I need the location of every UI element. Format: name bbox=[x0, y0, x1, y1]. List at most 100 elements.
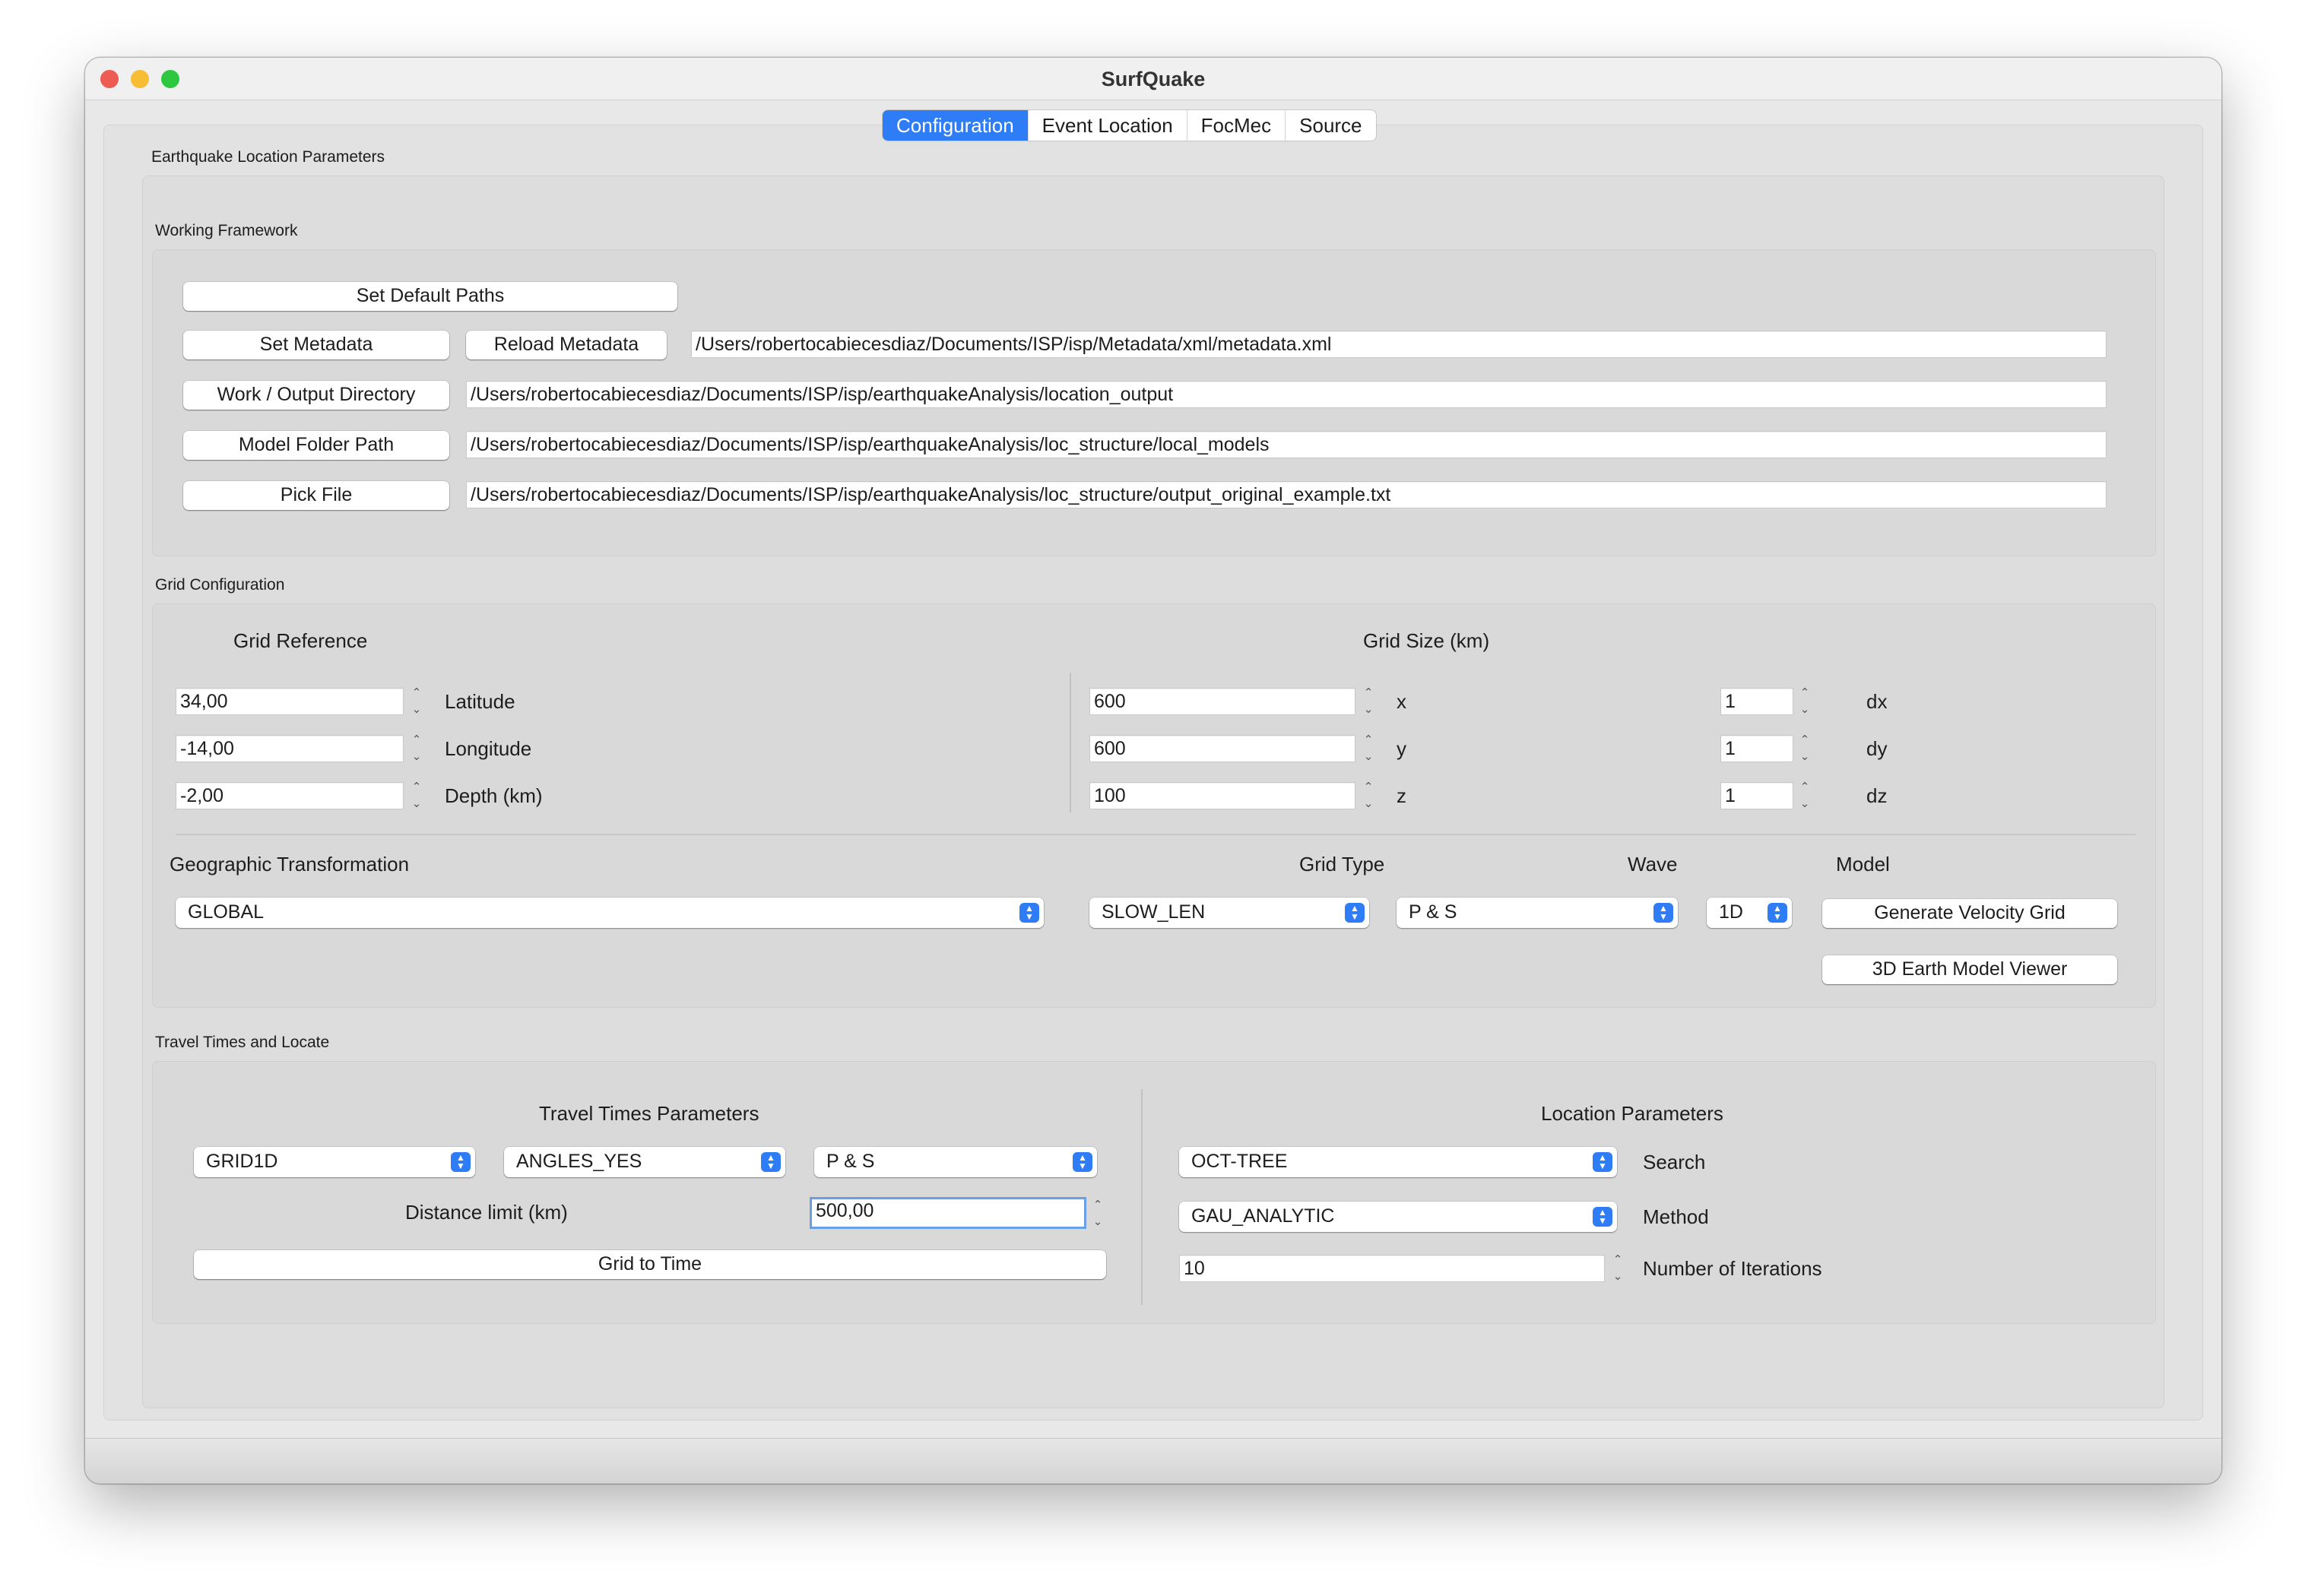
search-select[interactable]: OCT-TREE ▲ ▼ bbox=[1179, 1147, 1617, 1177]
model-folder-field[interactable]: /Users/robertocabiecesdiaz/Documents/ISP… bbox=[466, 431, 2107, 458]
distance-limit-label: Distance limit (km) bbox=[405, 1201, 568, 1224]
chevron-updown-icon: ▲ ▼ bbox=[1768, 903, 1787, 923]
angles-select[interactable]: ANGLES_YES ▲ ▼ bbox=[504, 1147, 785, 1177]
grid-type-value: SLOW_LEN bbox=[1102, 901, 1206, 923]
grid-configuration-title: Grid Configuration bbox=[155, 576, 285, 594]
travel-times-params-title: Travel Times Parameters bbox=[539, 1102, 759, 1125]
title-bar: SurfQuake bbox=[85, 58, 2221, 100]
iterations-field[interactable]: 10 bbox=[1179, 1255, 1605, 1282]
longitude-stepper[interactable]: ⌃ ⌄ bbox=[408, 733, 425, 764]
geo-transformation-title: Geographic Transformation bbox=[170, 853, 410, 876]
longitude-label: Longitude bbox=[445, 737, 532, 760]
grid-x-label: x bbox=[1397, 690, 1406, 713]
search-value: OCT-TREE bbox=[1191, 1151, 1288, 1172]
work-output-directory-button[interactable]: Work / Output Directory bbox=[183, 381, 449, 410]
model-select[interactable]: 1D ▲ ▼ bbox=[1707, 898, 1792, 928]
longitude-field[interactable]: -14,00 bbox=[176, 735, 404, 762]
tt-wave-value: P & S bbox=[826, 1151, 875, 1172]
geo-transformation-select[interactable]: GLOBAL ▲ ▼ bbox=[176, 898, 1044, 928]
distance-limit-stepper[interactable]: ⌃ ⌄ bbox=[1089, 1199, 1106, 1229]
grid-mode-value: GRID1D bbox=[206, 1151, 278, 1172]
method-label: Method bbox=[1643, 1205, 1709, 1228]
grid-z-stepper[interactable]: ⌃ ⌄ bbox=[1360, 781, 1377, 811]
grid-z-field[interactable]: 100 bbox=[1089, 782, 1355, 809]
tab-configuration[interactable]: Configuration bbox=[883, 110, 1028, 141]
grid-mode-select[interactable]: GRID1D ▲ ▼ bbox=[194, 1147, 475, 1177]
tab-event-location[interactable]: Event Location bbox=[1027, 110, 1187, 141]
grid-separator-horizontal bbox=[176, 834, 2135, 835]
chevron-updown-icon: ▲ ▼ bbox=[1593, 1152, 1612, 1172]
location-params-title: Earthquake Location Parameters bbox=[151, 148, 385, 166]
dx-label: dx bbox=[1866, 690, 1888, 713]
location-params-section-title: Location Parameters bbox=[1541, 1102, 1723, 1125]
grid-y-stepper[interactable]: ⌃ ⌄ bbox=[1360, 733, 1377, 764]
dy-stepper[interactable]: ⌃ ⌄ bbox=[1796, 733, 1813, 764]
tab-content-pane: Earthquake Location Parameters Working F… bbox=[103, 125, 2203, 1420]
grid-configuration-group: Grid Reference Grid Size (km) 34,00 ⌃ ⌄ L… bbox=[152, 603, 2156, 1008]
app-window: SurfQuake Earthquake Location Parameters… bbox=[85, 58, 2221, 1484]
grid-type-title: Grid Type bbox=[1299, 853, 1385, 876]
angles-value: ANGLES_YES bbox=[516, 1151, 642, 1172]
latitude-stepper[interactable]: ⌃ ⌄ bbox=[408, 686, 425, 717]
location-params-group: Working Framework Set Default Paths Set … bbox=[142, 176, 2164, 1408]
method-select[interactable]: GAU_ANALYTIC ▲ ▼ bbox=[1179, 1202, 1617, 1232]
grid-y-label: y bbox=[1397, 737, 1406, 760]
dz-stepper[interactable]: ⌃ ⌄ bbox=[1796, 781, 1813, 811]
depth-field[interactable]: -2,00 bbox=[176, 782, 404, 809]
method-value: GAU_ANALYTIC bbox=[1191, 1205, 1335, 1227]
working-framework-title: Working Framework bbox=[155, 222, 298, 239]
grid-z-label: z bbox=[1397, 784, 1406, 807]
pick-file-field[interactable]: /Users/robertocabiecesdiaz/Documents/ISP… bbox=[466, 481, 2107, 508]
chevron-updown-icon: ▲ ▼ bbox=[1653, 903, 1673, 923]
model-value: 1D bbox=[1719, 901, 1743, 923]
dy-field[interactable]: 1 bbox=[1720, 735, 1793, 762]
dx-field[interactable]: 1 bbox=[1720, 688, 1793, 715]
grid-x-field[interactable]: 600 bbox=[1089, 688, 1355, 715]
tab-source[interactable]: Source bbox=[1285, 110, 1375, 141]
iterations-stepper[interactable]: ⌃ ⌄ bbox=[1609, 1253, 1626, 1284]
distance-limit-field[interactable]: 500,00 bbox=[810, 1197, 1086, 1229]
metadata-path-field[interactable]: /Users/robertocabiecesdiaz/Documents/ISP… bbox=[691, 331, 2107, 358]
grid-type-select[interactable]: SLOW_LEN ▲ ▼ bbox=[1089, 898, 1369, 928]
chevron-updown-icon: ▲ ▼ bbox=[1593, 1207, 1612, 1227]
earth-model-viewer-button[interactable]: 3D Earth Model Viewer bbox=[1822, 955, 2117, 984]
dz-field[interactable]: 1 bbox=[1720, 782, 1793, 809]
wave-title: Wave bbox=[1628, 853, 1678, 876]
grid-to-time-button[interactable]: Grid to Time bbox=[194, 1250, 1106, 1279]
latitude-field[interactable]: 34,00 bbox=[176, 688, 404, 715]
dy-label: dy bbox=[1866, 737, 1888, 760]
depth-stepper[interactable]: ⌃ ⌄ bbox=[408, 781, 425, 811]
work-directory-field[interactable]: /Users/robertocabiecesdiaz/Documents/ISP… bbox=[466, 381, 2107, 408]
grid-separator-vertical bbox=[1070, 673, 1071, 812]
chevron-updown-icon: ▲ ▼ bbox=[451, 1152, 471, 1172]
generate-velocity-grid-button[interactable]: Generate Velocity Grid bbox=[1822, 899, 2117, 928]
latitude-label: Latitude bbox=[445, 690, 515, 713]
chevron-updown-icon: ▲ ▼ bbox=[1019, 903, 1039, 923]
wave-value: P & S bbox=[1409, 901, 1457, 923]
iterations-label: Number of Iterations bbox=[1643, 1257, 1822, 1280]
set-metadata-button[interactable]: Set Metadata bbox=[183, 331, 449, 359]
pick-file-button[interactable]: Pick File bbox=[183, 481, 449, 510]
reload-metadata-button[interactable]: Reload Metadata bbox=[466, 331, 667, 359]
model-title: Model bbox=[1836, 853, 1890, 876]
chevron-updown-icon: ▲ ▼ bbox=[1345, 903, 1365, 923]
model-folder-path-button[interactable]: Model Folder Path bbox=[183, 431, 449, 460]
travel-separator-vertical bbox=[1141, 1089, 1143, 1305]
working-framework-group: Set Default Paths Set Metadata Reload Me… bbox=[152, 249, 2156, 556]
chevron-updown-icon: ▲ ▼ bbox=[1073, 1152, 1092, 1172]
geo-transformation-value: GLOBAL bbox=[188, 901, 265, 923]
set-default-paths-button[interactable]: Set Default Paths bbox=[183, 282, 677, 311]
tab-bar: Configuration Event Location FocMec Sour… bbox=[882, 109, 1377, 141]
grid-y-field[interactable]: 600 bbox=[1089, 735, 1355, 762]
tab-focmec[interactable]: FocMec bbox=[1186, 110, 1285, 141]
grid-size-title: Grid Size (km) bbox=[1363, 629, 1490, 652]
chevron-updown-icon: ▲ ▼ bbox=[761, 1152, 781, 1172]
wave-select[interactable]: P & S ▲ ▼ bbox=[1397, 898, 1678, 928]
dx-stepper[interactable]: ⌃ ⌄ bbox=[1796, 686, 1813, 717]
status-bar bbox=[85, 1438, 2221, 1484]
travel-times-group: Travel Times Parameters GRID1D ▲ ▼ ANGLES_… bbox=[152, 1061, 2156, 1324]
search-label: Search bbox=[1643, 1151, 1706, 1173]
depth-label: Depth (km) bbox=[445, 784, 543, 807]
tt-wave-select[interactable]: P & S ▲ ▼ bbox=[814, 1147, 1097, 1177]
grid-x-stepper[interactable]: ⌃ ⌄ bbox=[1360, 686, 1377, 717]
